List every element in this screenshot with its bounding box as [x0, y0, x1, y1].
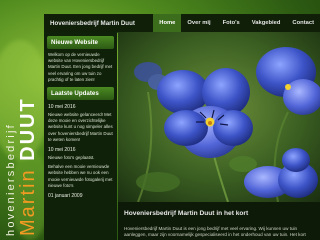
updates-heading: Laatste Updates — [47, 87, 114, 101]
nav-home[interactable]: Home — [153, 14, 182, 32]
new-website-text: Welkom op de vernieuwde website van Hove… — [48, 52, 113, 82]
update-text: Nieuwe foto's geplaatst. — [48, 155, 95, 161]
update-date: 01 januari 2009 — [48, 193, 83, 200]
article-title: Hoveniersbedrijf Martin Duut in het kort — [124, 210, 249, 217]
update-date: 10 mei 2016 — [48, 104, 76, 111]
article-text: Hoveniersbedrijf Martin Duut is een jong… — [124, 226, 306, 238]
nav-over-mij[interactable]: Over mij — [181, 14, 216, 32]
logo-name: Martin DUUT — [17, 16, 39, 236]
new-website-heading: Nieuwe Website — [47, 36, 114, 49]
vertical-logo: hoveniersbedrijf Martin DUUT — [2, 16, 42, 236]
sidebar: Nieuwe Website Welkom op de vernieuwde w… — [44, 32, 117, 240]
logo-first-name: Martin — [17, 168, 39, 236]
main-nav: Home Over mij Foto's Vakgebied Contact — [153, 14, 320, 32]
site-title[interactable]: Hoveniersbedrijf Martin Duut — [44, 20, 153, 27]
hero-flower-image — [118, 32, 320, 202]
update-text: Behalve een mooie vernieuwde website heb… — [48, 164, 113, 188]
top-header: Hoveniersbedrijf Martin Duut Home Over m… — [44, 14, 320, 33]
logo-last-name: DUUT — [17, 97, 39, 161]
nav-vakgebied[interactable]: Vakgebied — [246, 14, 287, 32]
main-content: Hoveniersbedrijf Martin Duut in het kort… — [118, 32, 320, 240]
update-text: Nieuwe website gelanceerd! Met deze mooi… — [48, 112, 113, 142]
update-date: 10 mei 2016 — [48, 147, 76, 154]
logo-tagline: hoveniersbedrijf — [5, 123, 17, 236]
nav-contact[interactable]: Contact — [286, 14, 320, 32]
nav-fotos[interactable]: Foto's — [217, 14, 246, 32]
